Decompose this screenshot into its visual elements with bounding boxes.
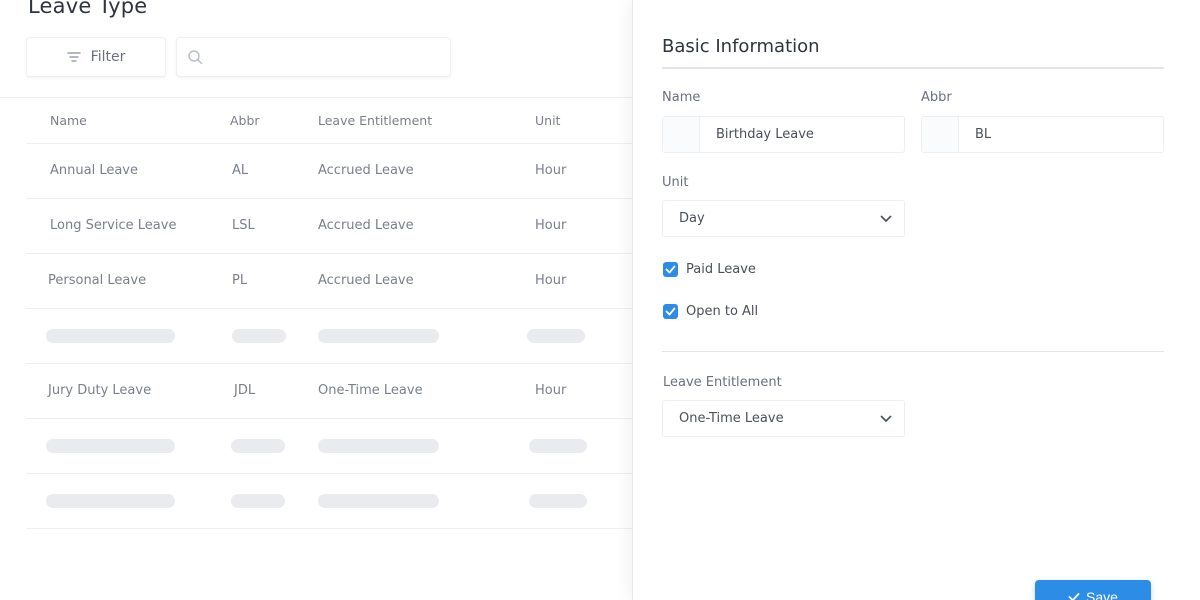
column-header-unit[interactable]: Unit	[535, 113, 560, 128]
panel-title-divider	[662, 67, 1164, 69]
table-row[interactable]: Long Service Leave LSL Accrued Leave Hou…	[26, 199, 632, 254]
unit-select-value: Day	[679, 211, 705, 226]
table-row[interactable]: Personal Leave PL Accrued Leave Hour	[26, 254, 632, 309]
skeleton-bar	[318, 494, 439, 508]
table-header: Name Abbr Leave Entitlement Unit	[26, 100, 632, 144]
paid-leave-label: Paid Leave	[686, 262, 756, 277]
leave-entitlement-select[interactable]: One-Time Leave	[662, 400, 905, 437]
chevron-down-icon	[880, 215, 892, 223]
name-field[interactable]	[662, 116, 905, 153]
skeleton-bar	[318, 439, 439, 453]
open-to-all-checkbox[interactable]	[663, 304, 678, 319]
column-header-name[interactable]: Name	[50, 113, 87, 128]
skeleton-bar	[318, 329, 439, 343]
chevron-down-icon	[880, 415, 892, 423]
check-icon	[665, 265, 676, 274]
cell-unit: Hour	[535, 218, 567, 233]
cell-name: Jury Duty Leave	[48, 383, 152, 398]
skeleton-bar	[529, 494, 587, 508]
paid-leave-option[interactable]: Paid Leave	[663, 262, 756, 277]
search-icon	[187, 49, 203, 65]
section-divider	[662, 351, 1164, 352]
name-input[interactable]	[716, 127, 886, 142]
cell-abbr: LSL	[232, 218, 255, 233]
skeleton-bar	[46, 329, 175, 343]
cell-name: Long Service Leave	[50, 218, 177, 233]
filter-label: Filter	[90, 49, 126, 65]
unit-select[interactable]: Day	[662, 200, 905, 237]
table-row-skeleton	[26, 309, 632, 364]
paid-leave-checkbox[interactable]	[663, 262, 678, 277]
check-icon	[1068, 589, 1080, 600]
cell-leave-entitlement: Accrued Leave	[318, 273, 414, 288]
cell-leave-entitlement: One-Time Leave	[318, 383, 423, 398]
open-to-all-option[interactable]: Open to All	[663, 304, 758, 319]
abbr-input[interactable]	[975, 127, 1145, 142]
save-button-label: Save	[1086, 589, 1118, 600]
leave-type-side-panel: Basic Information Name Abbr Unit Day Pai…	[632, 0, 1200, 600]
leave-type-table: Name Abbr Leave Entitlement Unit Annual …	[26, 100, 632, 529]
table-row[interactable]: Annual Leave AL Accrued Leave Hour	[26, 144, 632, 199]
open-to-all-label: Open to All	[686, 304, 759, 319]
skeleton-bar	[46, 494, 175, 508]
save-button[interactable]: Save	[1035, 580, 1151, 600]
cell-leave-entitlement: Accrued Leave	[318, 163, 414, 178]
skeleton-bar	[231, 494, 285, 508]
skeleton-bar	[527, 329, 585, 343]
skeleton-bar	[529, 439, 587, 453]
leave-entitlement-label: Leave Entitlement	[663, 375, 782, 390]
abbr-field[interactable]	[921, 116, 1164, 153]
name-label: Name	[662, 90, 701, 105]
table-row[interactable]: Jury Duty Leave JDL One-Time Leave Hour	[26, 364, 632, 419]
abbr-field-prefix	[922, 117, 959, 152]
panel-title: Basic Information	[662, 36, 820, 57]
cell-unit: Hour	[535, 163, 567, 178]
column-header-abbr[interactable]: Abbr	[230, 113, 260, 128]
table-row-skeleton	[26, 474, 632, 529]
skeleton-bar	[231, 439, 285, 453]
unit-label: Unit	[662, 175, 689, 190]
cell-unit: Hour	[535, 383, 567, 398]
filter-button[interactable]: Filter	[26, 37, 166, 77]
name-field-prefix	[663, 117, 700, 152]
search-input[interactable]	[211, 49, 431, 65]
abbr-label: Abbr	[921, 90, 952, 105]
search-box[interactable]	[176, 37, 451, 77]
cell-name: Personal Leave	[48, 273, 147, 288]
cell-abbr: AL	[232, 163, 249, 178]
skeleton-bar	[232, 329, 286, 343]
cell-abbr: PL	[232, 273, 248, 288]
cell-leave-entitlement: Accrued Leave	[318, 218, 414, 233]
toolbar-divider	[0, 97, 632, 98]
check-icon	[665, 307, 676, 316]
skeleton-bar	[46, 439, 175, 453]
page-title: Leave Type	[28, 0, 148, 18]
cell-unit: Hour	[535, 273, 567, 288]
table-row-skeleton	[26, 419, 632, 474]
filter-icon	[66, 51, 81, 63]
column-header-leave-entitlement[interactable]: Leave Entitlement	[318, 113, 432, 128]
cell-name: Annual Leave	[50, 163, 138, 178]
leave-entitlement-select-value: One-Time Leave	[679, 411, 784, 426]
cell-abbr: JDL	[234, 383, 256, 398]
